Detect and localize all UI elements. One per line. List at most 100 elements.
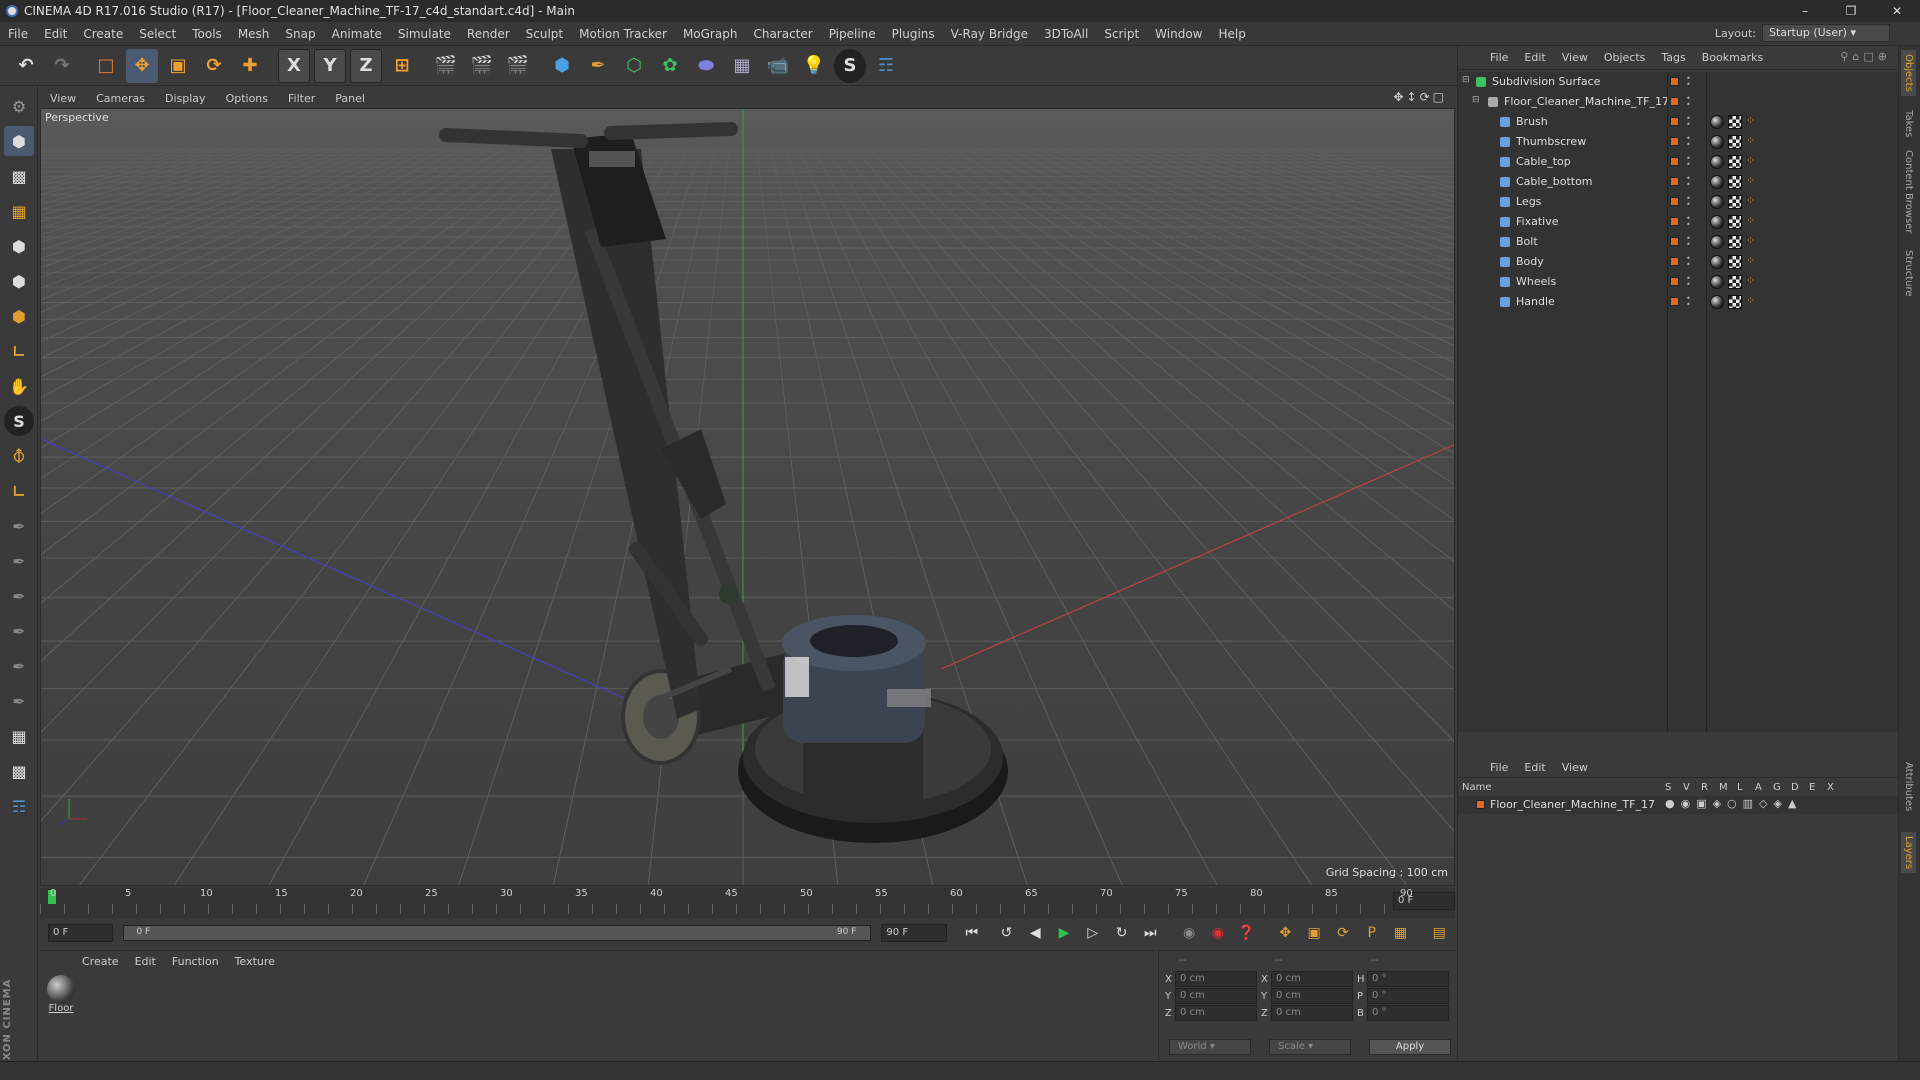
visibility-dots-icon[interactable]: • • bbox=[1686, 195, 1691, 209]
material-tag-icon[interactable] bbox=[1710, 155, 1724, 169]
selection-tag-icon[interactable]: ⁘ bbox=[1746, 214, 1755, 227]
object-row-floor-cleaner-group[interactable]: ⊟ Floor_Cleaner_Machine_TF_17 • • bbox=[1458, 92, 1898, 112]
menu-plugins[interactable]: Plugins bbox=[884, 27, 943, 41]
material-tag-icon[interactable] bbox=[1710, 275, 1724, 289]
layer-color-tag[interactable] bbox=[1670, 197, 1679, 206]
visibility-dots-icon[interactable]: • • bbox=[1686, 115, 1691, 129]
layer-color-tag[interactable] bbox=[1670, 157, 1679, 166]
model-mode-icon[interactable]: ⬢ bbox=[4, 126, 34, 156]
viewport-navigation-icons[interactable]: ✥↕⟳□ bbox=[1393, 90, 1447, 104]
workplane-mode-icon[interactable]: ▦ bbox=[4, 196, 34, 226]
tab-content-browser[interactable]: Content Browser bbox=[1901, 146, 1916, 237]
object-row-handle[interactable]: Handle • • ⁘ bbox=[1458, 292, 1898, 312]
material-tag-icon[interactable] bbox=[1710, 175, 1724, 189]
menu-v-ray-bridge[interactable]: V-Ray Bridge bbox=[943, 27, 1036, 41]
snap-magnet-icon[interactable]: ⦽ bbox=[4, 441, 34, 471]
visibility-dots-icon[interactable]: • • bbox=[1686, 275, 1691, 289]
layout-dropdown[interactable]: Startup (User) ▾ bbox=[1762, 24, 1890, 42]
coord-mode-dropdown[interactable]: World ▾ bbox=[1169, 1039, 1251, 1055]
material-tag-icon[interactable] bbox=[1710, 215, 1724, 229]
menu-select[interactable]: Select bbox=[131, 27, 184, 41]
coord-value-field[interactable]: 0 cm bbox=[1271, 1005, 1353, 1021]
object-row-subdivision-surface[interactable]: ⊟ Subdivision Surface • • bbox=[1458, 72, 1898, 92]
layer-row[interactable]: Floor_Cleaner_Machine_TF_17 ●◉▣◈○▥◇◈▲ bbox=[1458, 796, 1898, 814]
uvw-tag-icon[interactable] bbox=[1728, 215, 1742, 229]
transform-tool-icon[interactable]: ✚ bbox=[234, 49, 266, 83]
layer-color-tag[interactable] bbox=[1670, 137, 1679, 146]
object-row-cable-top[interactable]: Cable_top • • ⁘ bbox=[1458, 152, 1898, 172]
cube-primitive-icon[interactable]: ⬢ bbox=[546, 49, 578, 83]
expand-toggle-icon[interactable]: ⊟ bbox=[1472, 95, 1480, 105]
motion-path-icon[interactable]: ◉ bbox=[1176, 920, 1202, 946]
uvw-tag-icon[interactable] bbox=[1728, 175, 1742, 189]
edges-mode-icon[interactable]: ⬢ bbox=[4, 266, 34, 296]
tab-structure[interactable]: Structure bbox=[1901, 246, 1916, 301]
viewport-menu-panel[interactable]: Panel bbox=[325, 92, 375, 105]
object-row-brush[interactable]: Brush • • ⁘ bbox=[1458, 112, 1898, 132]
tweak-mode-icon[interactable]: ✋ bbox=[4, 371, 34, 401]
tab-takes[interactable]: Takes bbox=[1901, 106, 1916, 141]
object-menu-objects[interactable]: Objects bbox=[1596, 51, 1654, 64]
layer-column-v[interactable]: V bbox=[1683, 782, 1690, 793]
selection-tag-icon[interactable]: ⁘ bbox=[1746, 154, 1755, 167]
object-row-body[interactable]: Body • • ⁘ bbox=[1458, 252, 1898, 272]
viewport-menu-filter[interactable]: Filter bbox=[278, 92, 325, 105]
selection-tag-icon[interactable]: ⁘ bbox=[1746, 274, 1755, 287]
deformer-icon[interactable]: ⬬ bbox=[690, 49, 722, 83]
previous-keyframe-icon[interactable]: ↺ bbox=[994, 920, 1020, 946]
object-row-cable-bottom[interactable]: Cable_bottom • • ⁘ bbox=[1458, 172, 1898, 192]
layer-flag-icons[interactable]: ●◉▣◈○▥◇◈▲ bbox=[1665, 797, 1802, 810]
coord-value-field[interactable]: 0 ° bbox=[1367, 971, 1449, 987]
menu-window[interactable]: Window bbox=[1147, 27, 1210, 41]
material-tag-icon[interactable] bbox=[1710, 255, 1724, 269]
python-icon[interactable]: ☶ bbox=[870, 49, 902, 83]
key-scale-icon[interactable]: ▣ bbox=[1301, 920, 1327, 946]
coord-value-field[interactable]: 0 ° bbox=[1367, 1005, 1449, 1021]
coord-value-field[interactable]: 0 ° bbox=[1367, 988, 1449, 1004]
render-settings-icon[interactable]: 🎬 bbox=[502, 49, 534, 83]
object-row-fixative[interactable]: Fixative • • ⁘ bbox=[1458, 212, 1898, 232]
uvw-tag-icon[interactable] bbox=[1728, 295, 1742, 309]
material-menu-function[interactable]: Function bbox=[164, 955, 227, 968]
material-tag-icon[interactable] bbox=[1710, 295, 1724, 309]
python-script-icon[interactable]: ☶ bbox=[4, 791, 34, 821]
material-menu-texture[interactable]: Texture bbox=[227, 955, 283, 968]
layer-color-tag[interactable] bbox=[1670, 277, 1679, 286]
material-tag-icon[interactable] bbox=[1710, 135, 1724, 149]
menu-help[interactable]: Help bbox=[1210, 27, 1253, 41]
layer-column-e[interactable]: E bbox=[1809, 782, 1815, 793]
layer-column-l[interactable]: L bbox=[1737, 782, 1743, 793]
layer-color-tag[interactable] bbox=[1670, 297, 1679, 306]
selection-tag-icon[interactable]: ⁘ bbox=[1746, 114, 1755, 127]
layer-column-name[interactable]: Name bbox=[1462, 782, 1492, 793]
autokey-icon[interactable]: ❓ bbox=[1234, 920, 1260, 946]
workplane-icon[interactable]: ∟ bbox=[4, 476, 34, 506]
visibility-dots-icon[interactable]: • • bbox=[1686, 175, 1691, 189]
selection-tag-icon[interactable]: ⁘ bbox=[1746, 134, 1755, 147]
material-floor[interactable]: Floor bbox=[46, 975, 76, 1014]
render-view-icon[interactable]: 🎬 bbox=[430, 49, 462, 83]
go-to-end-icon[interactable]: ⏭ bbox=[1137, 920, 1163, 946]
object-row-thumbscrew[interactable]: Thumbscrew • • ⁘ bbox=[1458, 132, 1898, 152]
coord-value-field[interactable]: 0 cm bbox=[1175, 988, 1257, 1004]
sculpt-inflate-icon[interactable]: ✒ bbox=[4, 651, 34, 681]
object-manager-search-icons[interactable]: ⚲⌂□⊕ bbox=[1840, 50, 1891, 63]
menu-file[interactable]: File bbox=[0, 27, 36, 41]
points-mode-icon[interactable]: ⬢ bbox=[4, 231, 34, 261]
layer-column-r[interactable]: R bbox=[1701, 782, 1708, 793]
render-picture-viewer-icon[interactable]: 🎬 bbox=[466, 49, 498, 83]
visibility-dots-icon[interactable]: • • bbox=[1686, 155, 1691, 169]
menu-sculpt[interactable]: Sculpt bbox=[518, 27, 571, 41]
layer-menu-file[interactable]: File bbox=[1482, 761, 1516, 774]
layer-menu-edit[interactable]: Edit bbox=[1516, 761, 1553, 774]
menu-mesh[interactable]: Mesh bbox=[230, 27, 278, 41]
visibility-dots-icon[interactable]: • • bbox=[1686, 215, 1691, 229]
camera-icon[interactable]: 📹 bbox=[762, 49, 794, 83]
layer-color-tag[interactable] bbox=[1670, 97, 1679, 106]
menu-edit[interactable]: Edit bbox=[36, 27, 75, 41]
next-keyframe-icon[interactable]: ↻ bbox=[1109, 920, 1135, 946]
previous-frame-icon[interactable]: ◀ bbox=[1022, 920, 1048, 946]
record-keyframe-icon[interactable]: ◉ bbox=[1205, 920, 1231, 946]
visibility-dots-icon[interactable]: • • bbox=[1686, 75, 1691, 89]
axis-mode-icon[interactable]: ∟ bbox=[4, 336, 34, 366]
